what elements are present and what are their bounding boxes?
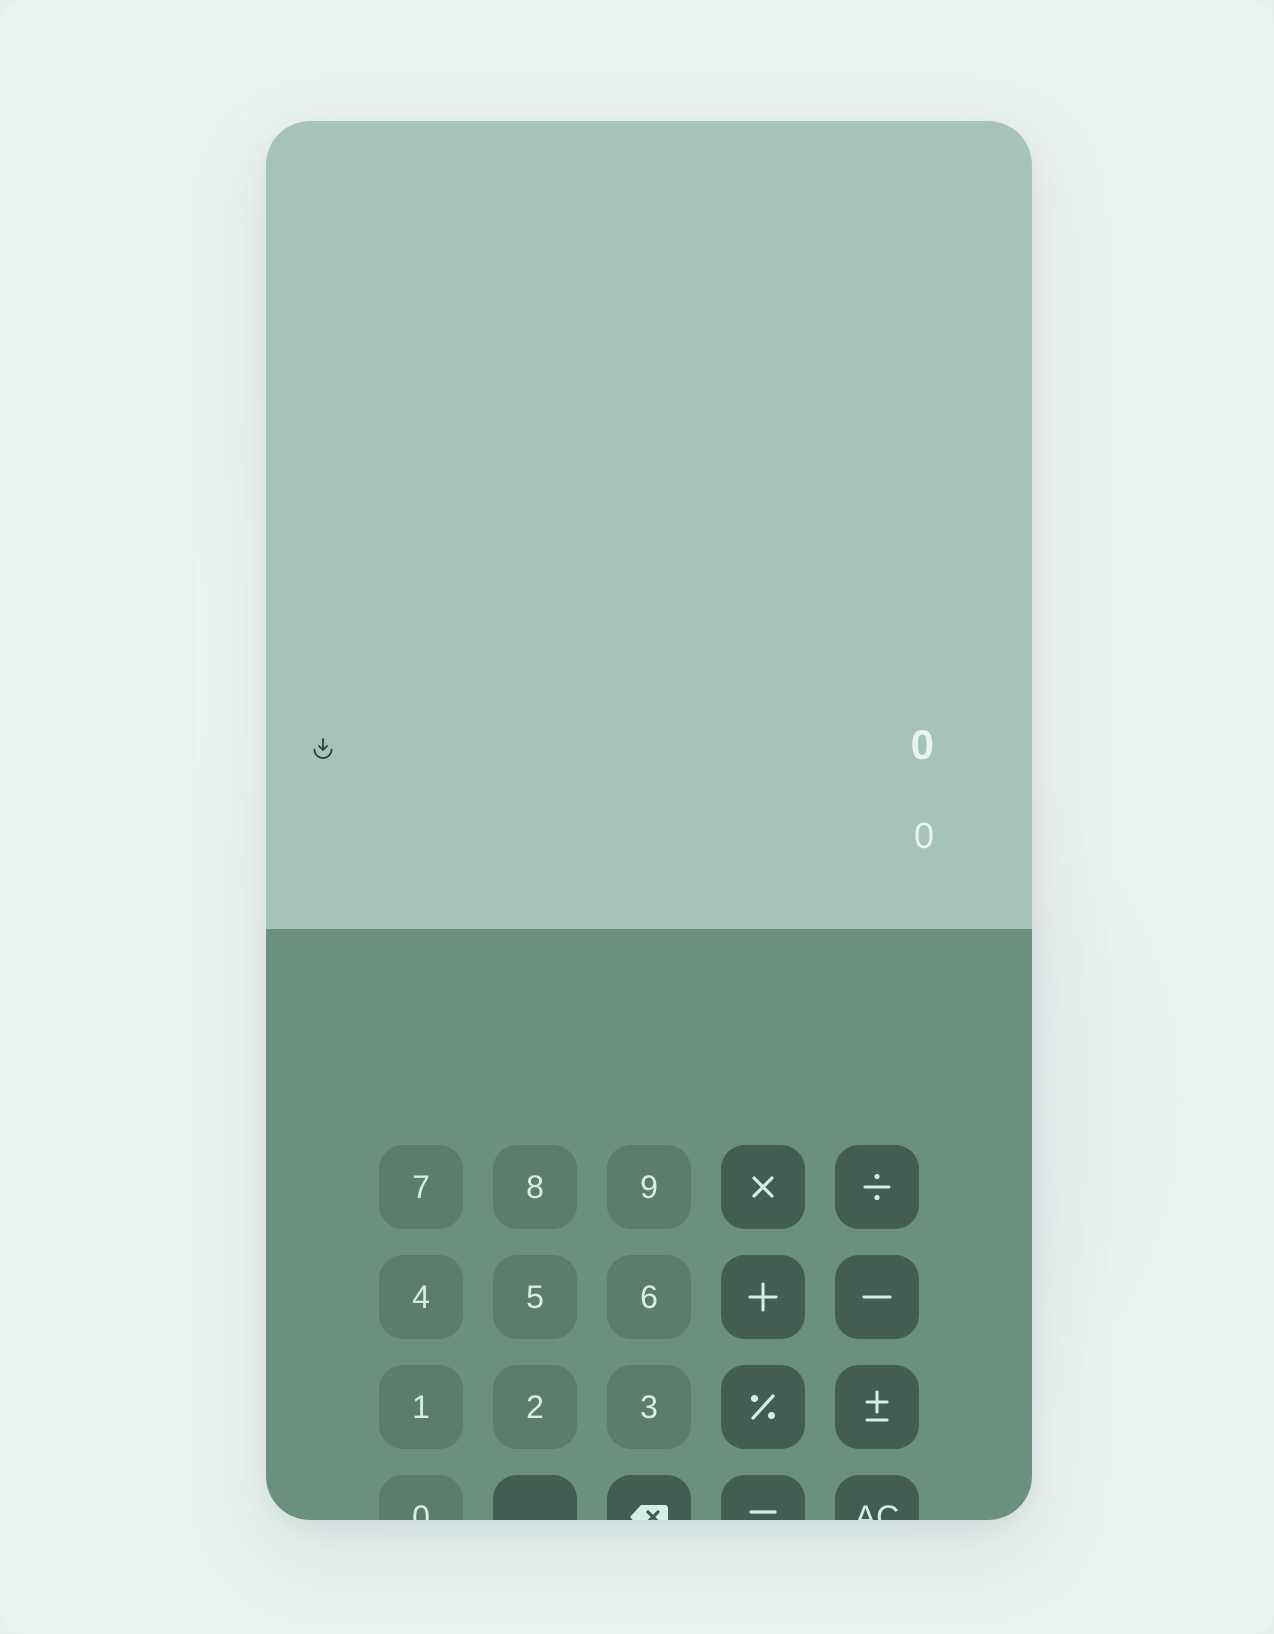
plus-icon [748, 1282, 778, 1312]
keypad: 7 8 9 4 5 6 1 2 3 0. AC [266, 929, 1032, 1520]
percent-icon [748, 1392, 778, 1422]
calculator: 0 0 7 8 9 4 5 6 1 2 3 0. AC [266, 121, 1032, 1520]
key-9-label: 9 [640, 1168, 658, 1205]
key-4-label: 4 [412, 1278, 430, 1315]
divide-button[interactable] [835, 1145, 919, 1229]
subtract-button[interactable] [835, 1255, 919, 1339]
plus-minus-icon [862, 1390, 892, 1424]
key-3-label: 3 [640, 1388, 658, 1425]
key-6-label: 6 [640, 1278, 658, 1315]
backspace-icon [629, 1503, 669, 1520]
multiply-button[interactable] [721, 1145, 805, 1229]
key-5[interactable]: 5 [493, 1255, 577, 1339]
percent-button[interactable] [721, 1365, 805, 1449]
divide-icon [862, 1172, 892, 1202]
download-history-icon[interactable] [310, 736, 336, 762]
page-background: 0 0 7 8 9 4 5 6 1 2 3 0. AC [0, 0, 1274, 1634]
key-1[interactable]: 1 [379, 1365, 463, 1449]
key-8-label: 8 [526, 1168, 544, 1205]
key-7[interactable]: 7 [379, 1145, 463, 1229]
all-clear-button[interactable]: AC [835, 1475, 919, 1520]
key-7-label: 7 [412, 1168, 430, 1205]
expression-value: 0 [913, 815, 934, 856]
display-panel: 0 0 [266, 121, 1032, 929]
backspace-button[interactable] [607, 1475, 691, 1520]
key-0-label: 0 [412, 1498, 430, 1521]
key-2[interactable]: 2 [493, 1365, 577, 1449]
equals-icon [748, 1502, 778, 1520]
decimal-button-label: . [530, 1502, 540, 1520]
key-0[interactable]: 0 [379, 1475, 463, 1520]
plus-minus-button[interactable] [835, 1365, 919, 1449]
key-5-label: 5 [526, 1278, 544, 1315]
result-value: 0 [910, 721, 934, 768]
decimal-button[interactable]: . [493, 1475, 577, 1520]
key-8[interactable]: 8 [493, 1145, 577, 1229]
key-3[interactable]: 3 [607, 1365, 691, 1449]
key-1-label: 1 [412, 1388, 430, 1425]
key-2-label: 2 [526, 1388, 544, 1425]
equals-button[interactable] [721, 1475, 805, 1520]
multiply-icon [748, 1172, 778, 1202]
add-button[interactable] [721, 1255, 805, 1339]
key-4[interactable]: 4 [379, 1255, 463, 1339]
key-9[interactable]: 9 [607, 1145, 691, 1229]
all-clear-button-label: AC [854, 1498, 900, 1521]
key-6[interactable]: 6 [607, 1255, 691, 1339]
minus-icon [862, 1282, 892, 1312]
